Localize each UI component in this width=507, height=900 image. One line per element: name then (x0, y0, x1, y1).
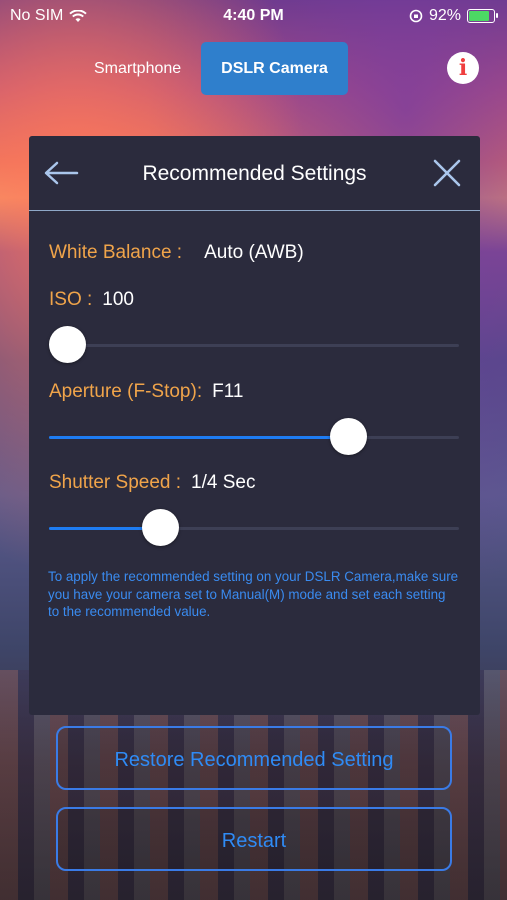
shutter-label: Shutter Speed : (49, 472, 182, 493)
status-right: 92% (409, 7, 498, 25)
shutter-slider[interactable] (49, 508, 459, 548)
slider-track (49, 344, 459, 347)
slider-knob[interactable] (142, 509, 179, 546)
iso-slider[interactable] (49, 325, 459, 365)
slider-knob[interactable] (49, 326, 86, 363)
device-segmented-control: Smartphone DSLR Camera (74, 42, 348, 95)
instruction-note: To apply the recommended setting on your… (48, 569, 459, 619)
info-icon[interactable]: i (447, 52, 479, 84)
restart-button[interactable]: Restart (56, 807, 452, 871)
status-bar: No SIM 4:40 PM 92% (0, 0, 507, 32)
battery-fill (469, 11, 489, 21)
aperture-slider[interactable] (49, 417, 459, 457)
iso-row: ISO : 100 (49, 289, 134, 311)
iso-label: ISO : (49, 289, 93, 310)
recommended-settings-panel: Recommended Settings White Balance : Auto… (29, 136, 480, 715)
slider-fill (49, 436, 348, 439)
orientation-lock-icon (409, 9, 423, 23)
restore-recommended-button[interactable]: Restore Recommended Setting (56, 726, 452, 790)
battery-percent: 92% (428, 7, 461, 24)
shutter-value: 1/4 Sec (191, 472, 256, 493)
white-balance-value: Auto (AWB) (204, 242, 304, 263)
tab-dslr-camera[interactable]: DSLR Camera (201, 42, 348, 95)
white-balance-label: White Balance : (49, 242, 183, 263)
white-balance-row: White Balance : Auto (AWB) (49, 242, 304, 264)
shutter-row: Shutter Speed : 1/4 Sec (49, 472, 255, 494)
panel-header: Recommended Settings (29, 136, 480, 211)
aperture-value: F11 (212, 381, 244, 402)
battery-icon (467, 9, 498, 23)
aperture-row: Aperture (F-Stop): F11 (49, 381, 243, 403)
iso-value: 100 (102, 289, 134, 310)
tab-smartphone[interactable]: Smartphone (74, 42, 201, 95)
slider-knob[interactable] (330, 418, 367, 455)
panel-title: Recommended Settings (142, 162, 367, 185)
aperture-label: Aperture (F-Stop): (49, 381, 203, 402)
close-icon[interactable] (432, 158, 462, 188)
